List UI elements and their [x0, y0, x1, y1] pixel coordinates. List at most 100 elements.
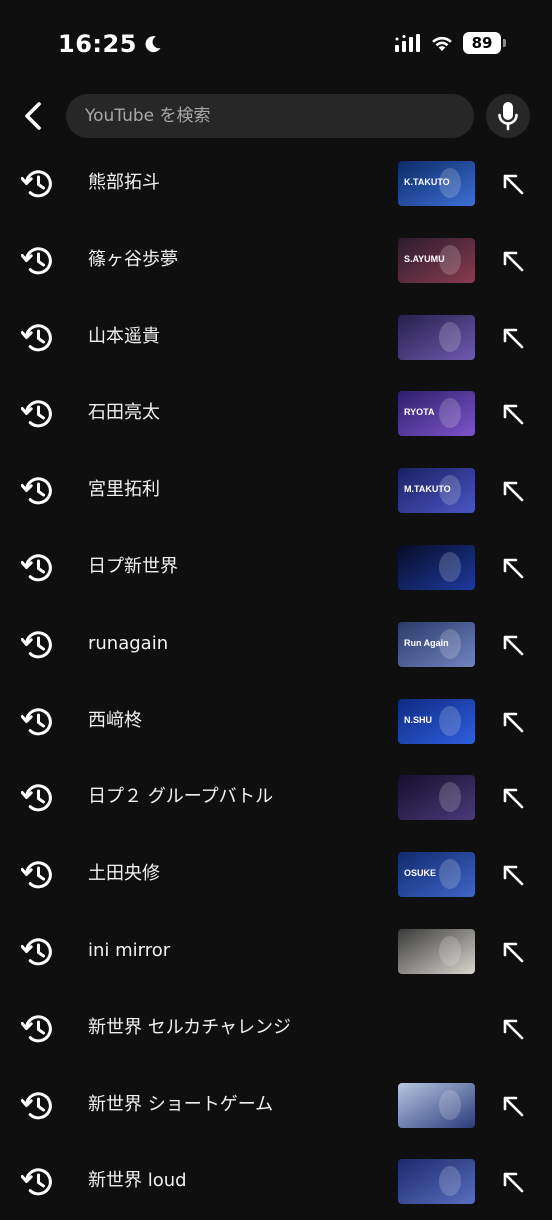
history-item[interactable]: 新世界 loud	[0, 1143, 552, 1220]
search-input[interactable]	[83, 105, 474, 127]
history-icon	[21, 707, 52, 735]
fill-query-arrow-icon	[503, 328, 524, 348]
history-item-label: 西﨑柊	[88, 709, 142, 731]
fill-query-arrow-icon	[503, 251, 524, 272]
fill-query-button[interactable]	[498, 399, 528, 429]
fill-query-button[interactable]	[498, 553, 528, 583]
video-thumbnail	[398, 544, 475, 590]
fill-query-button[interactable]	[498, 783, 528, 813]
history-icon	[21, 170, 52, 198]
history-icon	[21, 861, 52, 889]
fill-query-arrow-icon	[503, 1096, 524, 1116]
fill-query-arrow-icon	[503, 405, 524, 425]
history-item-label: 山本遥貴	[88, 325, 160, 347]
fill-query-button[interactable]	[498, 937, 528, 967]
video-thumbnail: OSUKE	[398, 852, 475, 898]
back-button[interactable]	[18, 98, 48, 134]
wifi-icon	[432, 36, 452, 51]
history-item[interactable]: 石田亮太 RYOTA	[0, 375, 552, 452]
fill-query-button[interactable]	[498, 476, 528, 506]
history-item-label: 新世界 セルカチャレンジ	[88, 1016, 292, 1038]
history-item[interactable]: 篠ヶ谷歩夢 S.AYUMU	[0, 222, 552, 299]
history-item[interactable]: 日プ２ グループバトル	[0, 759, 552, 836]
fill-query-arrow-icon	[503, 481, 524, 502]
microphone-icon	[498, 102, 518, 131]
fill-query-arrow-icon	[503, 558, 524, 579]
thumbnail-caption: K.TAKUTO	[404, 177, 450, 187]
video-thumbnail	[398, 775, 475, 821]
video-thumbnail: Run Again	[398, 621, 475, 667]
back-arrow-icon	[25, 102, 41, 130]
video-thumbnail	[398, 314, 475, 360]
history-item[interactable]: ini mirror	[0, 913, 552, 990]
history-item[interactable]: 宮里拓利 M.TAKUTO	[0, 452, 552, 529]
video-thumbnail: N.SHU	[398, 698, 475, 744]
search-history-list: 熊部拓斗 K.TAKUTO 篠ヶ谷歩夢 S.AYUMU 山本遥貴 石田亮太 RYOTA 宮里拓…	[0, 145, 552, 1220]
history-icon	[21, 1091, 52, 1119]
history-item-label: runagain	[88, 632, 169, 654]
fill-query-button[interactable]	[498, 246, 528, 276]
fill-query-button[interactable]	[498, 1014, 528, 1044]
cellular-signal-icon	[395, 34, 420, 52]
fill-query-button[interactable]	[498, 707, 528, 737]
history-icon	[21, 938, 52, 966]
history-item[interactable]: 西﨑柊 N.SHU	[0, 683, 552, 760]
history-item-label: 日プ２ グループバトル	[88, 786, 274, 808]
history-item[interactable]: runagain Run Again	[0, 606, 552, 683]
fill-query-button[interactable]	[498, 1091, 528, 1121]
history-item[interactable]: 熊部拓斗 K.TAKUTO	[0, 145, 552, 222]
thumbnail-caption: M.TAKUTO	[404, 484, 451, 494]
history-item[interactable]: 土田央修 OSUKE	[0, 836, 552, 913]
history-item[interactable]: 新世界 ショートゲーム	[0, 1067, 552, 1144]
video-thumbnail	[398, 1082, 475, 1128]
search-header	[0, 92, 552, 140]
video-thumbnail	[398, 928, 475, 974]
thumbnail-caption: OSUKE	[404, 868, 436, 878]
fill-query-arrow-icon	[503, 635, 524, 656]
history-item-label: 宮里拓利	[88, 479, 160, 501]
history-item-label: 新世界 loud	[88, 1170, 187, 1192]
status-time: 16:25	[58, 30, 137, 58]
history-icon	[21, 400, 52, 428]
history-icon	[21, 1168, 52, 1196]
history-item-label: 日プ新世界	[88, 555, 178, 577]
history-item-label: ini mirror	[88, 939, 171, 961]
thumbnail-caption: S.AYUMU	[404, 254, 445, 264]
fill-query-button[interactable]	[498, 630, 528, 660]
search-box[interactable]	[66, 94, 474, 138]
history-item-label: 新世界 ショートゲーム	[88, 1093, 274, 1115]
fill-query-arrow-icon	[503, 712, 524, 732]
thumbnail-caption: N.SHU	[404, 715, 432, 725]
video-thumbnail	[398, 1159, 475, 1205]
history-icon	[21, 784, 52, 812]
history-icon	[21, 631, 52, 659]
fill-query-button[interactable]	[498, 323, 528, 353]
fill-query-arrow-icon	[503, 865, 524, 886]
history-icon	[21, 323, 52, 351]
battery-level: 89	[463, 32, 501, 54]
fill-query-arrow-icon	[503, 1019, 524, 1040]
video-thumbnail: S.AYUMU	[398, 237, 475, 283]
status-bar: 16:25 89	[0, 0, 552, 90]
history-icon	[21, 247, 52, 275]
history-icon	[21, 477, 52, 505]
battery-cap	[503, 39, 506, 47]
fill-query-button[interactable]	[498, 1167, 528, 1197]
history-item[interactable]: 日プ新世界	[0, 529, 552, 606]
history-item-label: 熊部拓斗	[88, 172, 160, 193]
fill-query-arrow-icon	[503, 942, 524, 963]
status-indicators: 89	[395, 32, 506, 54]
video-thumbnail: K.TAKUTO	[398, 161, 475, 206]
fill-query-arrow-icon	[503, 174, 524, 195]
fill-query-button[interactable]	[498, 169, 528, 199]
fill-query-arrow-icon	[503, 1173, 524, 1193]
voice-search-button[interactable]	[486, 94, 530, 138]
history-item-label: 篠ヶ谷歩夢	[88, 248, 178, 270]
thumbnail-caption: Run Again	[404, 638, 449, 648]
history-item[interactable]: 新世界 セルカチャレンジ	[0, 990, 552, 1067]
history-item-label: 石田亮太	[88, 402, 160, 424]
battery-indicator: 89	[463, 32, 506, 54]
history-item[interactable]: 山本遥貴	[0, 299, 552, 376]
fill-query-button[interactable]	[498, 860, 528, 890]
moon-icon	[145, 36, 161, 53]
